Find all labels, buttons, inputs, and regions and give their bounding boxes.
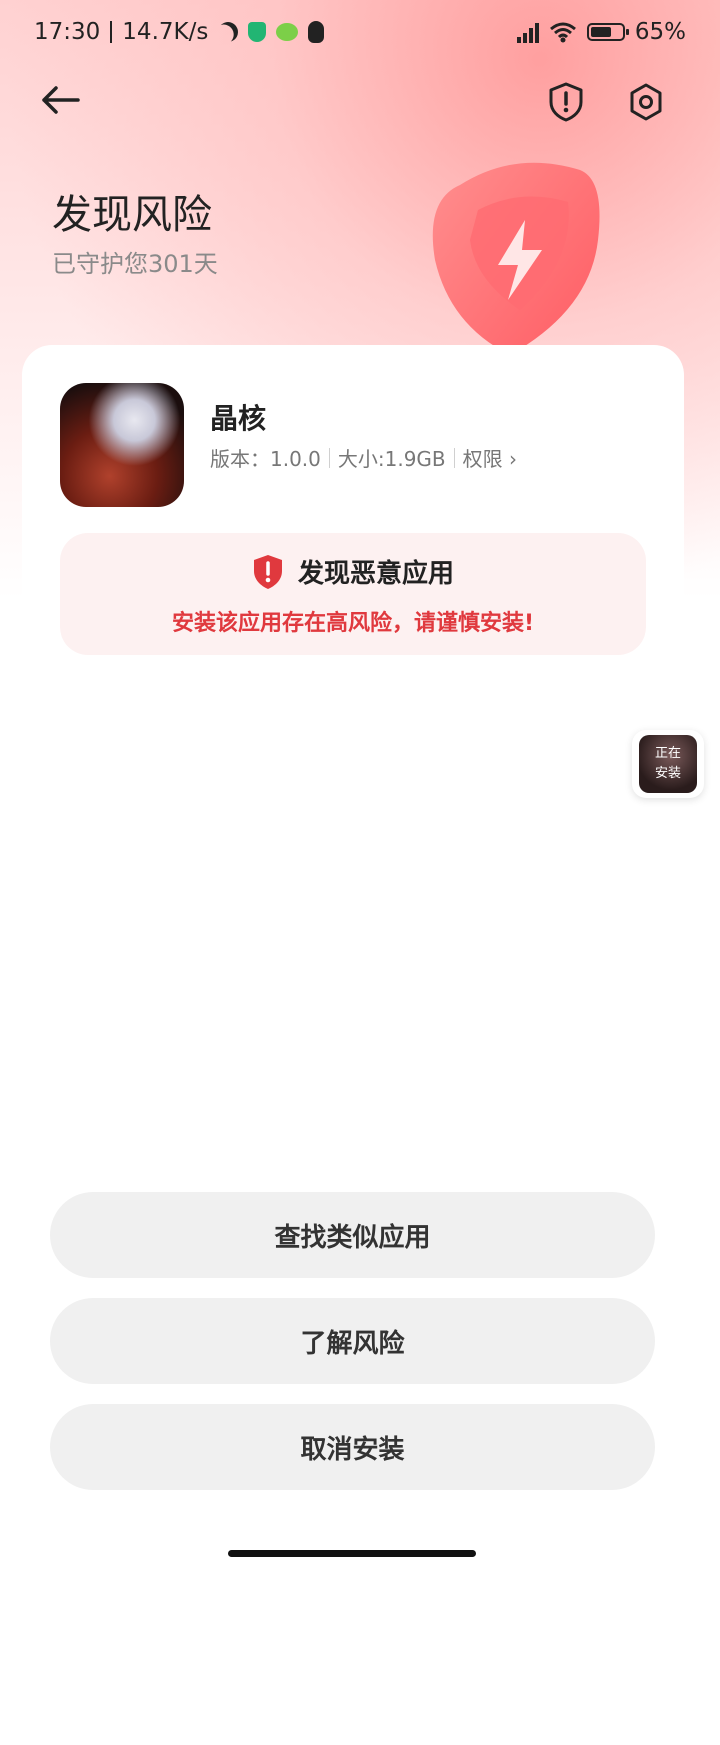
- protection-days: 已守护您301天: [52, 250, 218, 278]
- status-left: 17:30 14.7K/s: [34, 18, 325, 45]
- permissions-label: 权限: [462, 447, 503, 471]
- installing-thumbnail: 正在 安装: [639, 735, 697, 793]
- settings-button[interactable]: [620, 76, 672, 128]
- battery-icon: [586, 23, 629, 41]
- permissions-link[interactable]: 权限 ›: [463, 443, 517, 472]
- chevron-right-icon: ›: [509, 447, 518, 471]
- warning-header: 发现恶意应用: [60, 553, 646, 590]
- app-size: 大小:1.9GB: [337, 447, 446, 471]
- page-title: 发现风险: [52, 192, 212, 238]
- status-divider: [110, 21, 113, 43]
- installing-label-line1: 正在: [654, 746, 681, 761]
- installing-floating-widget[interactable]: 正在 安装: [632, 730, 704, 798]
- app-meta: 版本：1.0.0 大小:1.9GB 权限 ›: [210, 443, 517, 472]
- wechat-icon: [276, 23, 299, 41]
- lightning-shield-icon: [432, 162, 600, 355]
- top-bar: [0, 70, 720, 130]
- status-time: 17:30: [34, 19, 101, 45]
- security-alert-button[interactable]: [540, 76, 592, 128]
- app-info-card: 晶核 版本：1.0.0 大小:1.9GB 权限 › 发现恶意应用 安装该应用存在…: [22, 345, 684, 1745]
- status-right: 65%: [516, 19, 686, 45]
- app-icon: [60, 383, 184, 507]
- arrow-left-icon: [42, 86, 80, 114]
- app-version: 版本：1.0.0: [210, 447, 321, 471]
- warning-title: 发现恶意应用: [297, 559, 454, 589]
- shield-icon: [248, 22, 267, 42]
- status-bar: 17:30 14.7K/s 65%: [0, 0, 720, 64]
- hd-signal-icon: [516, 21, 539, 43]
- learn-risk-button[interactable]: 了解风险: [50, 1298, 655, 1384]
- malware-warning-box: 发现恶意应用 安装该应用存在高风险，请谨慎安装!: [60, 533, 646, 655]
- battery-percent: 65%: [634, 19, 686, 45]
- installing-label-line2: 安装: [654, 766, 681, 781]
- home-indicator[interactable]: [228, 1550, 476, 1557]
- warning-description: 安装该应用存在高风险，请谨慎安装!: [171, 611, 535, 636]
- find-similar-apps-button[interactable]: 查找类似应用: [50, 1192, 655, 1278]
- meta-divider: [453, 447, 455, 468]
- meta-divider: [328, 447, 330, 468]
- shield-alert-icon: [549, 82, 583, 122]
- status-net-speed: 14.7K/s: [122, 19, 209, 45]
- back-button[interactable]: [36, 78, 84, 122]
- wifi-icon: [549, 22, 576, 43]
- settings-gear-icon: [630, 83, 662, 121]
- shield-exclamation-icon: [253, 554, 282, 589]
- qq-icon: [308, 21, 325, 43]
- moon-icon: [215, 18, 242, 45]
- cancel-install-button[interactable]: 取消安装: [50, 1404, 655, 1490]
- app-name: 晶核: [210, 402, 267, 435]
